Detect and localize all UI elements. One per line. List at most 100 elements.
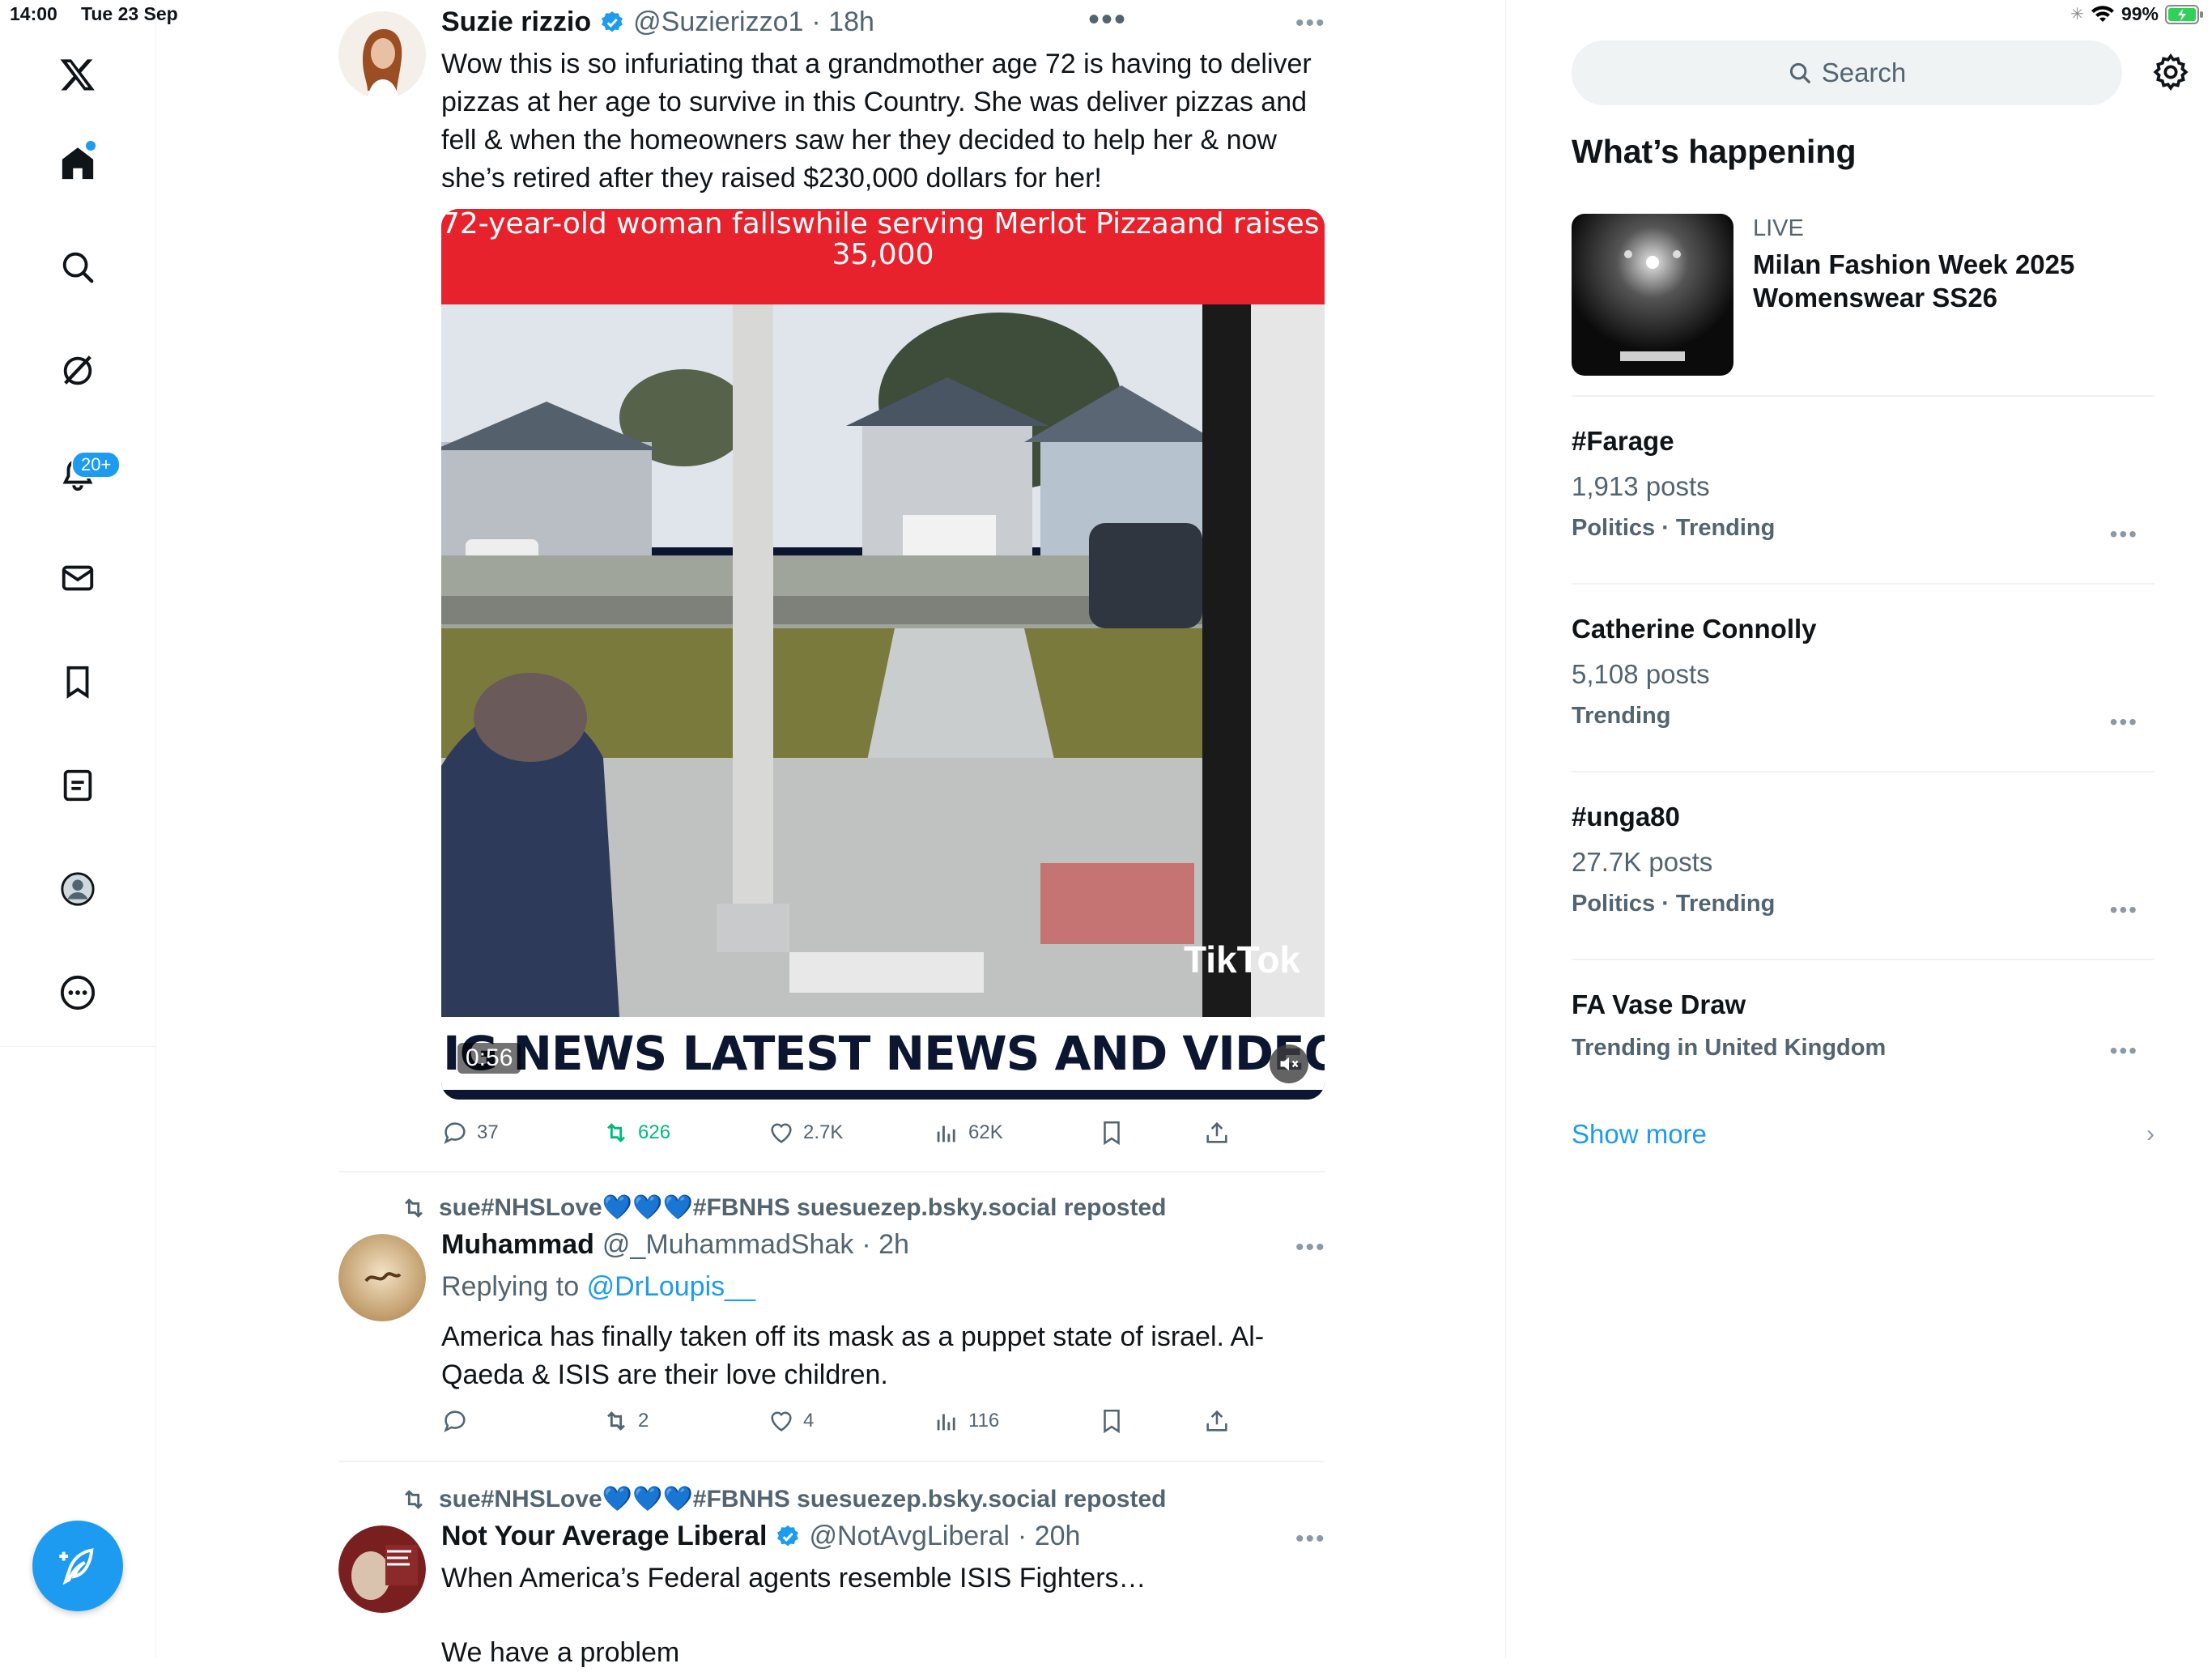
trend-more-icon[interactable]: •••	[2110, 521, 2138, 547]
repost-icon	[607, 1411, 625, 1431]
repost-indicator: sue#NHSLove💙💙💙#FBNHS suesuezep.bsky.soci…	[400, 1485, 1166, 1513]
replying-to: Replying to @DrLoupis__	[441, 1271, 755, 1303]
trend-separator	[1572, 771, 2155, 772]
video-banner: 72-year-old woman fallswhile serving Mer…	[441, 209, 1325, 304]
whats-happening-heading: What’s happening	[1572, 133, 1857, 170]
heart-icon	[771, 1411, 792, 1432]
live-event-card[interactable]: LIVE Milan Fashion Week 2025 Womenswear …	[1572, 214, 2155, 376]
settings-gear-icon[interactable]	[2150, 52, 2191, 92]
video-banner-line-1: 72-year-old woman fallswhile serving Mer…	[441, 209, 1325, 240]
views-button[interactable]: 116	[933, 1407, 999, 1435]
show-more-label: Show more	[1572, 1119, 1707, 1149]
author-name[interactable]: Suzie rizzio	[441, 6, 591, 38]
replying-prefix: Replying to	[441, 1271, 580, 1302]
bookmark-icon	[1104, 1409, 1120, 1434]
home-unread-dot	[86, 141, 96, 151]
tweet-more-icon[interactable]: •••	[1295, 1234, 1326, 1261]
post-time[interactable]: · 18h	[811, 6, 874, 38]
tweet-header: Muhammad @_MuhammadShak · 2h	[441, 1229, 909, 1261]
messages-icon[interactable]	[53, 554, 102, 602]
search-placeholder: Search	[1821, 57, 1907, 87]
reply-icon	[444, 1122, 466, 1144]
repost-icon	[607, 1123, 625, 1142]
left-nav: 20+	[0, 0, 156, 1658]
trend-category: Politics · Trending	[1572, 891, 1776, 917]
reply-button[interactable]: 37	[441, 1119, 499, 1147]
reply-count: 37	[477, 1121, 499, 1143]
video-banner-line-2: 35,000	[832, 238, 934, 271]
trend-title: #unga80	[1572, 802, 1680, 832]
repost-small-icon	[405, 1198, 423, 1218]
author-name[interactable]: Not Your Average Liberal	[441, 1521, 767, 1552]
share-button[interactable]	[1203, 1407, 1231, 1435]
bookmarks-icon[interactable]	[53, 657, 102, 706]
tweet-text-line-1: When America’s Federal agents resemble I…	[441, 1563, 1146, 1593]
author-handle[interactable]: @_MuhammadShak	[602, 1229, 853, 1261]
more-options-icon[interactable]	[53, 968, 102, 1017]
profile-avatar-icon[interactable]	[53, 865, 102, 913]
repost-button[interactable]: 626	[602, 1119, 670, 1147]
like-button[interactable]: 4	[768, 1407, 814, 1435]
trend-item[interactable]: FA Vase Draw Trending in United Kingdom …	[1572, 989, 2155, 1079]
bookmark-button[interactable]	[1098, 1119, 1125, 1147]
x-logo-icon[interactable]	[53, 50, 102, 99]
compose-post-button[interactable]	[32, 1521, 123, 1611]
live-event-title: Milan Fashion Week 2025 Womenswear SS26	[1753, 249, 2075, 313]
trend-item[interactable]: Catherine Connolly 5,108 posts Trending …	[1572, 614, 2155, 743]
tweet-more-icon[interactable]: •••	[1295, 10, 1326, 37]
repost-indicator: sue#NHSLove💙💙💙#FBNHS suesuezep.bsky.soci…	[400, 1193, 1166, 1222]
trend-separator	[1572, 395, 2155, 397]
trend-separator	[1572, 583, 2155, 585]
author-handle[interactable]: @Suzierizzo1	[633, 6, 803, 38]
trend-more-icon[interactable]: •••	[2110, 709, 2138, 735]
avatar[interactable]	[338, 11, 426, 99]
grok-icon[interactable]	[53, 347, 102, 395]
reply-button[interactable]	[441, 1407, 477, 1435]
tweet-more-icon[interactable]: •••	[1295, 1525, 1326, 1553]
like-count: 4	[803, 1410, 815, 1432]
reply-icon	[444, 1410, 466, 1432]
live-event-thumbnail	[1572, 214, 1733, 376]
views-button[interactable]: 62K	[933, 1119, 1003, 1147]
bookmark-button[interactable]	[1098, 1407, 1125, 1435]
tweet-video[interactable]: 72-year-old woman fallswhile serving Mer…	[441, 209, 1325, 1100]
mute-button[interactable]	[1270, 1044, 1308, 1083]
lists-icon[interactable]	[53, 761, 102, 810]
post-separator	[338, 1171, 1325, 1172]
view-count: 62K	[968, 1121, 1003, 1143]
trend-title: Catherine Connolly	[1572, 614, 1817, 644]
trend-item[interactable]: #Farage 1,913 posts Politics · Trending …	[1572, 426, 2155, 555]
share-button[interactable]	[1203, 1119, 1231, 1147]
post-time[interactable]: · 2h	[861, 1229, 909, 1261]
repost-small-icon	[405, 1489, 423, 1509]
tiktok-watermark: TikTok	[1184, 938, 1300, 981]
trend-category: Trending in United Kingdom	[1572, 1035, 1887, 1061]
notifications-badge: 20+	[71, 451, 121, 479]
author-name[interactable]: Muhammad	[441, 1229, 594, 1261]
trend-more-icon[interactable]: •••	[2110, 1038, 2138, 1064]
repost-by-text[interactable]: sue#NHSLove💙💙💙#FBNHS suesuezep.bsky.soci…	[439, 1193, 1166, 1222]
tweet-text: America has finally taken off its mask a…	[441, 1321, 1265, 1390]
post-time[interactable]: · 20h	[1018, 1521, 1081, 1552]
search-input[interactable]: Search	[1572, 40, 2122, 105]
avatar[interactable]	[338, 1234, 426, 1321]
search-icon[interactable]	[53, 243, 102, 291]
trend-item[interactable]: #unga80 27.7K posts Politics · Trending …	[1572, 802, 2155, 931]
trend-category: Trending	[1572, 703, 1671, 729]
trend-post-count: 1,913 posts	[1572, 471, 1710, 501]
share-icon	[1206, 1410, 1227, 1432]
author-handle[interactable]: @NotAvgLiberal	[809, 1521, 1009, 1552]
show-more-link[interactable]: Show more ›	[1572, 1119, 2155, 1150]
tweet-text-line-2: We have a problem	[441, 1637, 680, 1668]
like-button[interactable]: 2.7K	[768, 1119, 843, 1147]
search-icon	[1789, 62, 1810, 83]
video-duration: 0:56	[457, 1043, 521, 1074]
repost-by-text[interactable]: sue#NHSLove💙💙💙#FBNHS suesuezep.bsky.soci…	[439, 1485, 1166, 1513]
timeline-top-more-icon[interactable]: •••	[1088, 2, 1127, 38]
avatar[interactable]	[338, 1525, 426, 1613]
tweet-text: Wow this is so infuriating that a grandm…	[441, 49, 1312, 194]
views-chart-icon	[937, 1414, 955, 1431]
replying-to-link[interactable]: @DrLoupis__	[587, 1271, 755, 1302]
repost-button[interactable]: 2	[602, 1407, 649, 1435]
trend-more-icon[interactable]: •••	[2110, 897, 2138, 923]
